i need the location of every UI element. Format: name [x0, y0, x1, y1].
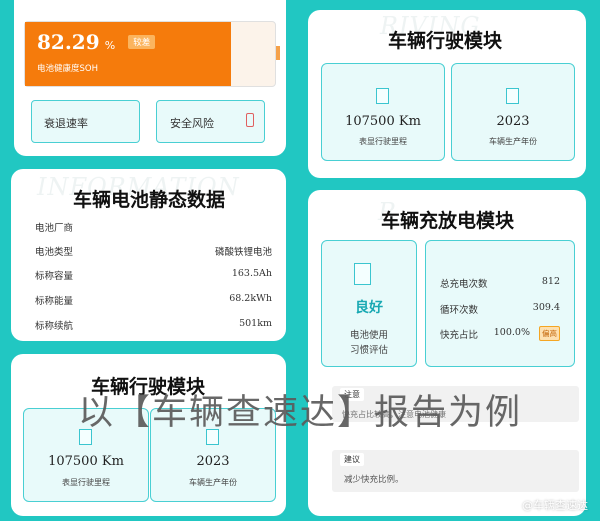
advice-text: 减少快充比例。: [344, 475, 404, 485]
advice-title: 建议: [340, 453, 364, 466]
habit-icon: [354, 263, 371, 285]
overlay-caption: 以【车辆查速达】报告为例: [77, 393, 522, 433]
soh-label: 电池健康度SOH: [37, 64, 98, 74]
year-value-bottom: 2023: [196, 454, 230, 469]
safety-risk-label: 安全风险: [170, 117, 214, 130]
year-tile: 2023 车辆生产年份: [451, 63, 575, 161]
row-key: 标称续航: [35, 321, 74, 332]
row-key: 电池厂商: [35, 223, 74, 234]
year-caption-bottom: 车辆生产年份: [189, 478, 237, 487]
row-value: 812: [541, 276, 560, 287]
fast-charge-badge: 偏高: [539, 326, 560, 341]
driving-module-top: RIVING 车辆行驶模块 107500 Km 表显行驶里程 2023 车辆生产…: [308, 10, 586, 178]
mileage-caption: 表显行驶里程: [359, 137, 407, 146]
charging-module: R 车辆充放电模块 良好 电池使用 习惯评估 总充电次数 812 循环次数 309.…: [308, 190, 586, 516]
year-value: 2023: [496, 114, 530, 129]
row-key: 标称容量: [35, 271, 74, 282]
mileage-value-bottom: 107500 Km: [48, 454, 124, 469]
decay-rate-label: 衰退速率: [44, 117, 88, 130]
row-key: 快充占比: [440, 330, 479, 341]
soh-unit: %: [104, 39, 116, 52]
battery-terminal: [276, 46, 280, 60]
mileage-icon: [376, 88, 389, 104]
mileage-value: 107500 Km: [345, 114, 421, 129]
soh-card: 82.29 % 较差 电池健康度SOH 衰退速率 安全风险: [14, 0, 286, 156]
row-value: 磷酸铁锂电池: [214, 247, 272, 258]
row-key: 循环次数: [440, 305, 479, 316]
row-key: 标称能量: [35, 296, 74, 307]
charge-stats-box: 总充电次数 812 循环次数 309.4 快充占比 100.0% 偏高: [425, 240, 575, 367]
habit-tile: 良好 电池使用 习惯评估: [321, 240, 417, 367]
habit-label-line2: 习惯评估: [349, 345, 388, 356]
habit-status: 良好: [355, 300, 383, 316]
mileage-caption-bottom: 表显行驶里程: [62, 478, 110, 487]
risk-indicator-icon: [246, 113, 254, 127]
mileage-tile: 107500 Km 表显行驶里程: [321, 63, 445, 161]
soh-badge: 较差: [128, 35, 156, 49]
soh-value-row: 82.29 % 较差: [37, 30, 156, 54]
row-key: 总充电次数: [440, 279, 488, 290]
row-value: 68.2kWh: [229, 293, 272, 304]
row-key: 电池类型: [35, 247, 74, 258]
driving-module-bottom: 车辆行驶模块 107500 Km 表显行驶里程 2023 车辆生产年份: [11, 354, 286, 516]
footer-watermark: @车辆查速达: [522, 499, 588, 512]
safety-risk-button[interactable]: 安全风险: [156, 100, 265, 143]
battery-static-title: 车辆电池静态数据: [73, 189, 226, 211]
driving-title: 车辆行驶模块: [388, 30, 503, 52]
year-caption: 车辆生产年份: [489, 137, 537, 146]
year-icon: [506, 88, 519, 104]
row-value: 163.5Ah: [231, 268, 272, 279]
advice-box: 建议 减少快充比例。: [332, 450, 579, 492]
soh-panel: 82.29 % 较差 电池健康度SOH: [24, 21, 280, 87]
soh-value: 82.29: [37, 30, 100, 54]
row-value: 100.0%: [493, 327, 530, 338]
charging-title: 车辆充放电模块: [381, 210, 515, 232]
habit-label-line1: 电池使用: [349, 330, 388, 341]
row-value: 501km: [239, 318, 272, 329]
decay-rate-button[interactable]: 衰退速率: [31, 100, 140, 143]
battery-static-card: INFORMATION 车辆电池静态数据 电池厂商 电池类型 磷酸铁锂电池 标称容…: [11, 169, 286, 341]
row-value: 309.4: [532, 302, 560, 313]
